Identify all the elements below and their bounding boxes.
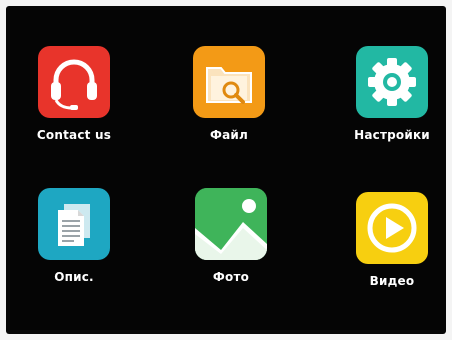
app-label: Опис. bbox=[54, 270, 94, 284]
app-photo[interactable]: Фото bbox=[181, 188, 281, 284]
folder-search-icon bbox=[193, 46, 265, 118]
app-video[interactable]: Видео bbox=[342, 192, 442, 288]
app-label: Фото bbox=[212, 270, 250, 284]
play-icon bbox=[356, 192, 428, 264]
app-label: Настройки bbox=[354, 128, 430, 142]
photo-icon bbox=[195, 188, 267, 260]
app-settings[interactable]: Настройки bbox=[342, 46, 442, 142]
app-label: Contact us bbox=[36, 128, 112, 142]
document-icon bbox=[38, 188, 110, 260]
device-screen: Contact us Файл Настройки Опис. Фото Вид… bbox=[6, 6, 446, 334]
headset-icon bbox=[38, 46, 110, 118]
app-label: Видео bbox=[369, 274, 415, 288]
gear-icon bbox=[356, 46, 428, 118]
app-description[interactable]: Опис. bbox=[24, 188, 124, 284]
app-contact-us[interactable]: Contact us bbox=[24, 46, 124, 142]
app-label: Файл bbox=[210, 128, 248, 142]
app-file[interactable]: Файл bbox=[179, 46, 279, 142]
